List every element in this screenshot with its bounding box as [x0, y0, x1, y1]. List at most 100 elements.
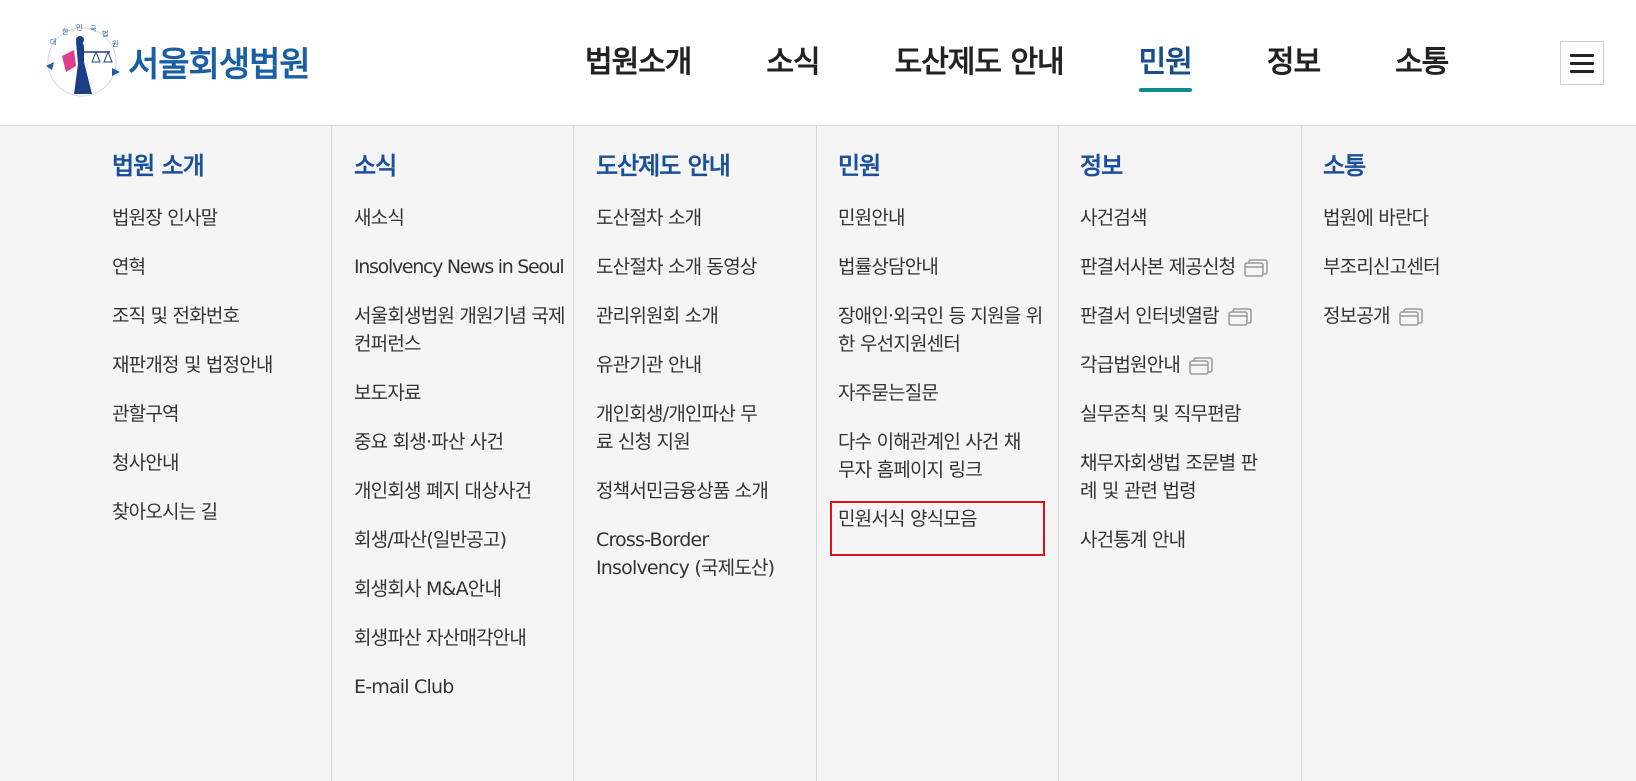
site-title: 서울회생법원	[128, 44, 311, 85]
menu-link[interactable]: 개인회생/개인파산 무료 신청 지원	[596, 400, 766, 456]
menu-link[interactable]: 법원에 바란다	[1323, 204, 1547, 232]
column-title[interactable]: 소통	[1323, 146, 1366, 181]
menu-link-label: 사건통계 안내	[1080, 529, 1186, 551]
menu-link-label: 자주묻는질문	[838, 382, 939, 404]
menu-link-label: 회생/파산(일반공고)	[354, 529, 507, 551]
menu-link[interactable]: 재판개정 및 법정안내	[112, 351, 336, 379]
mega-menu: 법원 소개 법원장 인사말 연혁 조직 및 전화번호 재판개정 및 법정안내 관…	[0, 126, 1636, 781]
menu-link-label: 다수 이해관계인 사건 채무자 홈페이지 링크	[838, 431, 1021, 481]
menu-link[interactable]: 민원안내	[838, 204, 1062, 232]
menu-link-label: 실무준칙 및 직무편람	[1080, 403, 1241, 425]
menu-link[interactable]: 관할구역	[112, 400, 336, 428]
menu-link-label: 정보공개	[1323, 305, 1391, 327]
column-item-list: 도산절차 소개 도산절차 소개 동영상 관리위원회 소개 유관기관 안내 개인회…	[596, 204, 820, 603]
menu-link[interactable]: 정보공개	[1323, 302, 1547, 330]
menu-link[interactable]: 유관기관 안내	[596, 351, 820, 379]
menu-link[interactable]: 사건검색	[1080, 204, 1304, 232]
nav-item-news[interactable]: 소식	[766, 0, 820, 126]
menu-link-label: 부조리신고센터	[1323, 256, 1441, 278]
menu-link-label: 새소식	[354, 207, 405, 229]
menu-link[interactable]: 관리위원회 소개	[596, 302, 820, 330]
new-window-icon	[1227, 307, 1253, 327]
menu-link[interactable]: 개인회생 폐지 대상사건	[354, 477, 578, 505]
menu-link[interactable]: 자주묻는질문	[838, 379, 1062, 407]
new-window-icon	[1243, 258, 1269, 278]
menu-link[interactable]: 도산절차 소개 동영상	[596, 253, 820, 281]
menu-link[interactable]: 실무준칙 및 직무편람	[1080, 400, 1304, 428]
menu-link[interactable]: Insolvency News in Seoul	[354, 253, 578, 281]
menu-link-label: 보도자료	[354, 382, 422, 404]
menu-link[interactable]: 조직 및 전화번호	[112, 302, 336, 330]
svg-text:법: 법	[102, 29, 108, 38]
menu-link[interactable]: 회생/파산(일반공고)	[354, 526, 578, 554]
menu-link-label: 개인회생/개인파산 무료 신청 지원	[596, 403, 758, 453]
menu-link[interactable]: 찾아오시는 길	[112, 498, 336, 526]
menu-link-label: 각급법원안내	[1080, 354, 1181, 376]
menu-link-label: 관할구역	[112, 403, 180, 425]
menu-link-label: Insolvency News in Seoul	[354, 256, 565, 278]
menu-link-label: 회생파산 자산매각안내	[354, 627, 527, 649]
hamburger-menu-icon-bar	[1570, 61, 1594, 65]
menu-link[interactable]: 회생회사 M&A안내	[354, 575, 578, 603]
nav-item-civil-service[interactable]: 민원	[1138, 0, 1193, 126]
menu-link-label: 판결서사본 제공신청	[1080, 256, 1236, 278]
main-navigation: 법원소개 소식 도산제도 안내 민원 정보 소통	[560, 0, 1449, 126]
column-title[interactable]: 법원 소개	[112, 146, 205, 181]
menu-link[interactable]: 장애인·외국인 등 지원을 위한 우선지원센터	[838, 302, 1043, 358]
menu-link[interactable]: 부조리신고센터	[1323, 253, 1547, 281]
nav-item-court-intro[interactable]: 법원소개	[585, 0, 692, 126]
menu-link[interactable]: 채무자회생법 조문별 판례 및 관련 법령	[1080, 449, 1265, 505]
column-title[interactable]: 도산제도 안내	[596, 146, 731, 181]
menu-link-label: 재판개정 및 법정안내	[112, 354, 273, 376]
column-title[interactable]: 정보	[1080, 146, 1123, 181]
menu-link-label: 도산절차 소개	[596, 207, 702, 229]
svg-text:대: 대	[50, 38, 56, 46]
site-logo[interactable]: 대 한 민 국 법 원 서울회생법원	[40, 22, 330, 100]
menu-link-label: 장애인·외국인 등 지원을 위한 우선지원센터	[838, 305, 1043, 355]
menu-link-label: 청사안내	[112, 452, 180, 474]
menu-link[interactable]: 사건통계 안내	[1080, 526, 1304, 554]
menu-link-label: 채무자회생법 조문별 판례 및 관련 법령	[1080, 452, 1258, 502]
menu-link[interactable]: 정책서민금융상품 소개	[596, 477, 820, 505]
menu-link[interactable]: 판결서 인터넷열람	[1080, 302, 1304, 330]
menu-link-label: 법원에 바란다	[1323, 207, 1429, 229]
column-title[interactable]: 민원	[838, 146, 881, 181]
menu-link[interactable]: 법원장 인사말	[112, 204, 336, 232]
menu-link-label: 조직 및 전화번호	[112, 305, 240, 327]
menu-link[interactable]: 새소식	[354, 204, 578, 232]
menu-link[interactable]: 다수 이해관계인 사건 채무자 홈페이지 링크	[838, 428, 1023, 484]
hamburger-menu-button[interactable]	[1560, 41, 1604, 85]
menu-link[interactable]: 도산절차 소개	[596, 204, 820, 232]
menu-link-label: 판결서 인터넷열람	[1080, 305, 1219, 327]
nav-item-insolvency-guide[interactable]: 도산제도 안내	[895, 0, 1065, 126]
svg-text:민: 민	[76, 23, 82, 32]
menu-link[interactable]: 회생파산 자산매각안내	[354, 624, 578, 652]
nav-item-communication[interactable]: 소통	[1395, 0, 1449, 126]
menu-link[interactable]: 연혁	[112, 253, 336, 281]
menu-link-label: 법원장 인사말	[112, 207, 218, 229]
menu-link[interactable]: 청사안내	[112, 449, 336, 477]
hamburger-menu-icon-bar	[1570, 69, 1594, 73]
menu-link-label: 도산절차 소개 동영상	[596, 256, 757, 278]
menu-link-label: 회생회사 M&A안내	[354, 578, 502, 600]
menu-link[interactable]: 법률상담안내	[838, 253, 1062, 281]
menu-link[interactable]: 판결서사본 제공신청	[1080, 253, 1304, 281]
new-window-icon	[1188, 356, 1214, 376]
svg-text:국: 국	[90, 25, 97, 33]
new-window-icon	[1398, 307, 1424, 327]
menu-link-label: 연혁	[112, 256, 146, 278]
svg-text:원: 원	[112, 39, 118, 48]
menu-link[interactable]: 중요 회생·파산 사건	[354, 428, 578, 456]
menu-link-label: 정책서민금융상품 소개	[596, 480, 769, 502]
menu-link[interactable]: E-mail Club	[354, 673, 578, 701]
menu-link[interactable]: Cross-Border Insolvency (국제도산)	[596, 526, 801, 582]
menu-link[interactable]: 서울회생법원 개원기념 국제컨퍼런스	[354, 302, 578, 358]
column-title[interactable]: 소식	[354, 146, 397, 181]
menu-link[interactable]: 보도자료	[354, 379, 578, 407]
menu-link-label: 서울회생법원 개원기념 국제컨퍼런스	[354, 305, 565, 355]
court-emblem-icon: 대 한 민 국 법 원	[40, 22, 124, 100]
menu-link[interactable]: 각급법원안내	[1080, 351, 1304, 379]
nav-item-information[interactable]: 정보	[1267, 0, 1321, 126]
hamburger-menu-icon	[1570, 53, 1594, 57]
menu-link-label: E-mail Club	[354, 676, 454, 698]
